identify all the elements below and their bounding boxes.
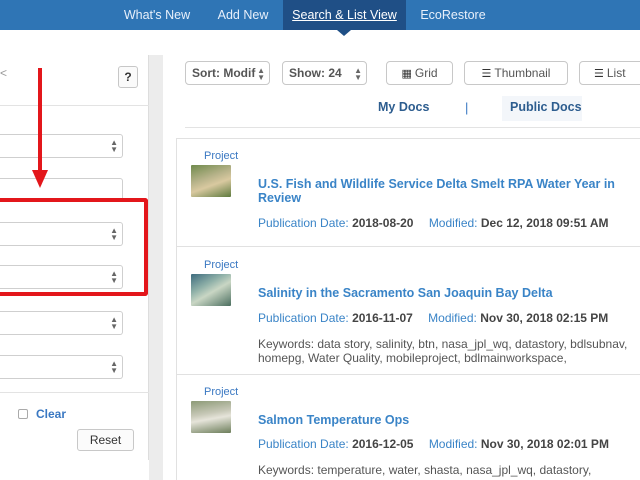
active-nav-caret (337, 30, 351, 36)
result-type-label: Project (204, 386, 239, 398)
result-meta: Publication Date: 2016-12-05 Modified: N… (258, 437, 609, 451)
select-arrows-icon: ▲ ▼ (110, 359, 118, 375)
modified-date: Dec 12, 2018 09:51 AM (480, 216, 609, 230)
result-thumbnail[interactable] (191, 165, 231, 197)
red-arrow-shaft (38, 68, 42, 172)
clear-link[interactable]: Clear (36, 407, 66, 421)
help-button[interactable]: ? (118, 66, 138, 88)
result-card: Project U.S. Fish and Wildlife Service D… (176, 138, 640, 246)
thumbnail-view-button[interactable]: ☰ Thumbnail (464, 61, 568, 85)
collapse-chevron-icon[interactable]: < (0, 66, 7, 80)
modified-date: Nov 30, 2018 02:01 PM (480, 437, 609, 451)
result-keywords: Keywords: temperature, water, shasta, na… (258, 463, 592, 477)
tab-my-docs[interactable]: My Docs (378, 100, 429, 114)
result-thumbnail[interactable] (191, 401, 231, 433)
grid-view-button[interactable]: ▦ Grid (386, 61, 453, 85)
publication-date-label: Publication Date: (258, 311, 349, 325)
nav-search-list-view[interactable]: Search & List View (283, 0, 406, 30)
tab-separator: | (465, 100, 469, 115)
reset-button[interactable]: Reset (77, 429, 134, 451)
result-title[interactable]: Salinity in the Sacramento San Joaquin B… (258, 286, 628, 300)
result-meta: Publication Date: 2016-11-07 Modified: N… (258, 311, 608, 325)
result-title[interactable]: U.S. Fish and Wildlife Service Delta Sme… (258, 177, 628, 205)
filter-select-4[interactable]: ▲ ▼ (0, 311, 123, 335)
filter-select-5[interactable]: ▲ ▼ (0, 355, 123, 379)
red-highlight-box (0, 198, 148, 296)
list-icon: ☰ (594, 68, 604, 80)
thumbnail-list-icon: ☰ (481, 68, 492, 80)
result-type-label: Project (204, 150, 239, 162)
publication-date: 2016-11-07 (352, 311, 413, 325)
sort-select-label: Sort: Modif (192, 66, 256, 80)
modified-date: Nov 30, 2018 02:15 PM (480, 311, 609, 325)
result-title[interactable]: Salmon Temperature Ops (258, 413, 628, 427)
panel-gutter (149, 55, 163, 480)
list-view-label: List (606, 66, 626, 80)
filter-select-1[interactable]: ▲ ▼ (0, 134, 123, 158)
modified-label: Modified: (428, 437, 478, 451)
panel-divider (0, 392, 149, 393)
select-arrows-icon: ▲ ▼ (110, 315, 118, 331)
nav-add-new[interactable]: Add New (205, 0, 281, 30)
result-type-label: Project (204, 259, 239, 271)
clear-checkbox[interactable] (18, 409, 28, 419)
publication-date: 2018-08-20 (352, 216, 414, 230)
select-arrows-icon: ▲ ▼ (257, 66, 265, 82)
show-select-label: Show: 24 (289, 66, 342, 80)
publication-date: 2016-12-05 (352, 437, 414, 451)
select-arrows-icon: ▲ ▼ (354, 66, 362, 82)
top-nav: What's New Add New Search & List View Ec… (0, 0, 640, 30)
grid-icon: ▦ (401, 68, 412, 80)
thumbnail-view-label: Thumbnail (494, 66, 551, 80)
select-arrows-icon: ▲ ▼ (110, 138, 118, 154)
nav-whats-new[interactable]: What's New (112, 0, 202, 30)
result-meta: Publication Date: 2018-08-20 Modified: D… (258, 216, 609, 230)
result-card: Project Salinity in the Sacramento San J… (176, 246, 640, 374)
result-thumbnail[interactable] (191, 274, 231, 306)
result-keywords: Keywords: data story, salinity, btn, nas… (258, 337, 628, 365)
modified-label: Modified: (428, 216, 478, 230)
publication-date-label: Publication Date: (258, 216, 349, 230)
results-divider (185, 127, 640, 128)
sort-select[interactable]: Sort: Modif ▲ ▼ (185, 61, 270, 85)
show-select[interactable]: Show: 24 ▲ ▼ (282, 61, 367, 85)
nav-ecorestore[interactable]: EcoRestore (410, 0, 496, 30)
publication-date-label: Publication Date: (258, 437, 349, 451)
list-view-button[interactable]: ☰ List (579, 61, 640, 85)
tab-public-docs[interactable]: Public Docs (510, 100, 582, 114)
grid-view-label: Grid (414, 66, 438, 80)
result-card: Project Salmon Temperature Ops Publicati… (176, 374, 640, 480)
red-arrow-head-icon (32, 170, 48, 188)
modified-label: Modified: (428, 311, 477, 325)
panel-divider (0, 105, 149, 106)
